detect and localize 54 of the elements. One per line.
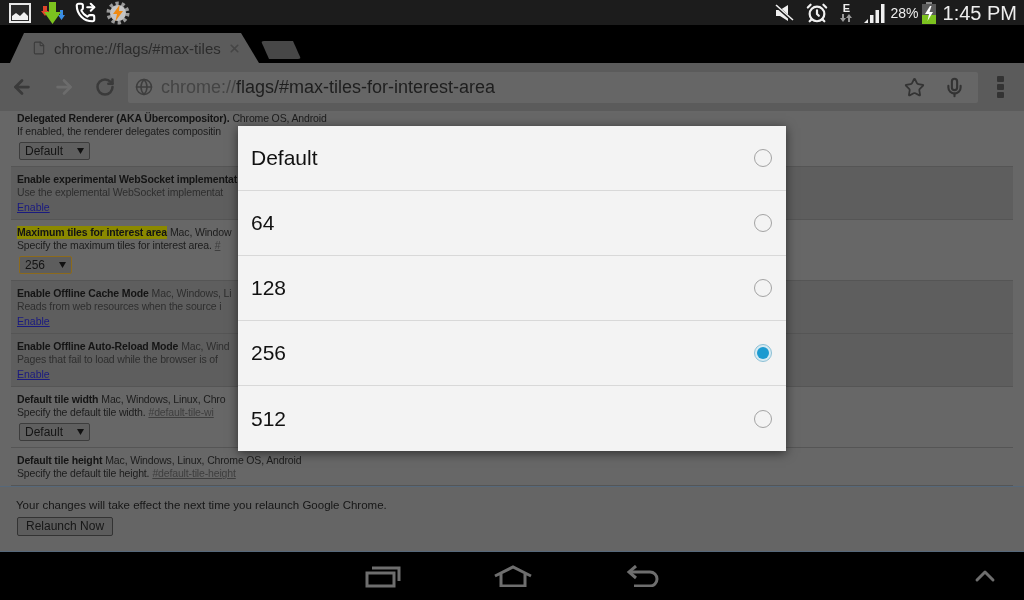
flag-select[interactable]: 256 — [19, 256, 73, 274]
bookmark-star-button[interactable] — [902, 75, 926, 99]
dialog-option[interactable]: 256 — [238, 321, 786, 386]
caret-icon — [77, 148, 85, 154]
picture-icon — [9, 2, 31, 23]
network-type: E — [842, 3, 851, 14]
dialog-option[interactable]: 128 — [238, 256, 786, 321]
phone-arrow-icon — [75, 2, 96, 23]
menu-button[interactable] — [995, 74, 1005, 100]
download-arrows-icon — [41, 1, 65, 24]
battery-charging-icon — [921, 1, 936, 24]
flag-platforms: Mac, Windows, Linux, Chro — [101, 393, 226, 406]
flag-title: Default tile height — [17, 454, 103, 467]
signal-bars-icon — [864, 2, 887, 23]
back-icon[interactable] — [626, 565, 660, 587]
flag-anchor-link[interactable]: # — [214, 239, 221, 252]
alarm-icon — [806, 1, 829, 24]
flag-platforms: Mac, Windows, Linux, Chrome OS, Android — [105, 454, 302, 467]
mute-icon — [774, 3, 795, 22]
dialog-option[interactable]: 512 — [238, 386, 786, 451]
flag-select[interactable]: Default — [19, 142, 91, 160]
home-icon[interactable] — [493, 565, 533, 587]
relaunch-notice: Your changes will take effect the next time you relaunch Google Chrome. — [16, 498, 387, 513]
page-icon — [32, 41, 46, 55]
flag-title: Enable Offline Cache Mode — [17, 287, 149, 300]
flag-title: Default tile width — [17, 393, 99, 406]
radio-button[interactable] — [754, 344, 772, 362]
menu-dots-icon — [996, 76, 1004, 98]
flag-description: Specify the default tile width. — [17, 406, 146, 419]
flag-description: If enabled, the renderer delegates compositin — [17, 125, 221, 138]
flag-title: Delegated Renderer (AKA Übercompositor). — [17, 112, 230, 125]
caret-icon — [59, 262, 67, 268]
recent-apps-icon[interactable] — [365, 564, 401, 588]
dialog-option[interactable]: 64 — [238, 191, 786, 256]
battery-percent: 28% — [890, 4, 919, 21]
flag-select[interactable]: Default — [19, 423, 91, 441]
dialog-option[interactable]: Default — [238, 126, 786, 191]
flag-title: Enable experimental WebSocket implementat — [17, 173, 238, 186]
reload-icon — [95, 77, 115, 97]
flag-title: Enable Offline Auto-Reload Mode — [17, 340, 179, 353]
data-arrows-icon — [840, 14, 853, 22]
flag-description: Specify the default tile height. — [17, 467, 150, 480]
new-tab-button[interactable] — [261, 41, 301, 59]
flag-platforms: Mac, Window — [170, 226, 232, 239]
flag-platforms: Chrome OS, Android — [232, 112, 327, 125]
back-icon — [11, 76, 33, 98]
clock-time: 1:45 PM — [942, 1, 1017, 24]
gear-bolt-icon — [106, 0, 130, 25]
relaunch-button[interactable]: Relaunch Now — [17, 517, 114, 536]
flag-title: Maximum tiles for interest area — [17, 226, 167, 239]
caret-icon — [77, 429, 85, 435]
flag-description: Specify the maximum tiles for interest area. — [17, 239, 212, 252]
globe-icon — [135, 78, 153, 96]
star-icon — [903, 76, 925, 98]
